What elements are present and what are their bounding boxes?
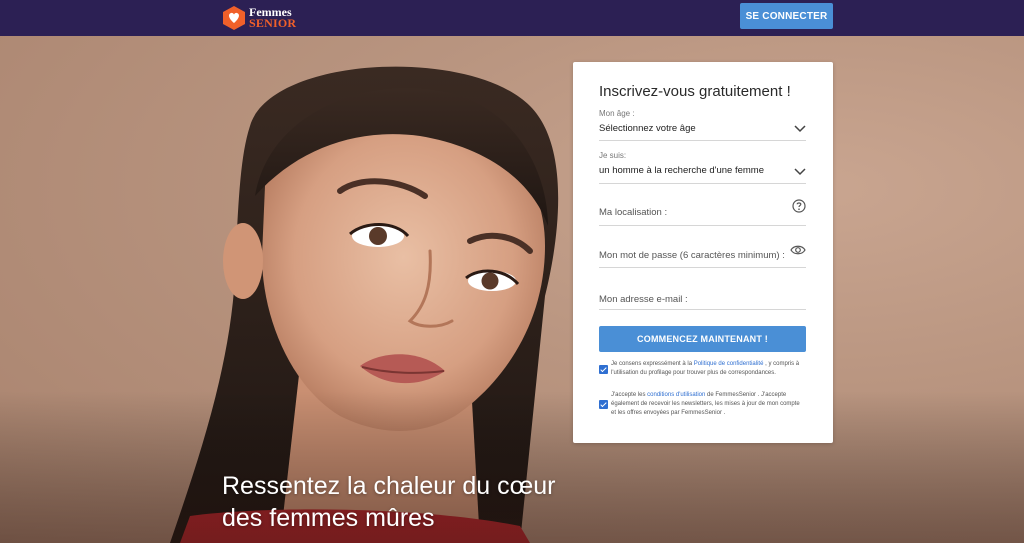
terms-consent-before: J'accepte les bbox=[611, 392, 648, 398]
email-input[interactable]: Mon adresse e-mail : bbox=[599, 289, 806, 310]
terms-consent-text: J'accepte les conditions d'utilisation d… bbox=[611, 391, 806, 418]
age-label: Mon âge : bbox=[599, 109, 635, 118]
location-input[interactable]: Ma localisation : bbox=[599, 199, 806, 226]
top-navbar: Femmes SENIOR SE CONNECTER bbox=[0, 0, 1024, 36]
privacy-consent: Je consens expressément à la Politique d… bbox=[599, 360, 806, 378]
chevron-down-icon bbox=[794, 168, 806, 176]
privacy-consent-before: Je consens expressément à la bbox=[611, 361, 694, 367]
hero-headline-line1: Ressentez la chaleur du cœur bbox=[222, 472, 556, 500]
age-value: Sélectionnez votre âge bbox=[599, 123, 696, 134]
signup-form-card: Inscrivez-vous gratuitement ! Mon âge : … bbox=[573, 62, 833, 443]
start-now-button[interactable]: COMMENCEZ MAINTENANT ! bbox=[599, 326, 806, 352]
heart-logo-icon bbox=[223, 6, 245, 30]
privacy-consent-text: Je consens expressément à la Politique d… bbox=[611, 360, 806, 378]
site-logo[interactable]: Femmes SENIOR bbox=[222, 3, 296, 33]
help-circle-icon[interactable] bbox=[792, 199, 806, 213]
checkbox-checked-icon[interactable] bbox=[599, 364, 608, 374]
logo-wordmark: Femmes SENIOR bbox=[249, 6, 297, 30]
hero-headline-line2: des femmes mûres bbox=[222, 504, 435, 532]
logo-line2: SENIOR bbox=[249, 16, 297, 30]
terms-consent: J'accepte les conditions d'utilisation d… bbox=[599, 391, 806, 418]
hero-section: Ressentez la chaleur du cœur des femmes … bbox=[0, 36, 1024, 543]
hero-headline: Ressentez la chaleur du cœur des femmes … bbox=[222, 470, 582, 534]
gender-label: Je suis: bbox=[599, 151, 627, 160]
email-placeholder: Mon adresse e-mail : bbox=[599, 294, 688, 305]
age-select[interactable]: Mon âge : Sélectionnez votre âge bbox=[599, 109, 806, 141]
hero-portrait-image bbox=[0, 36, 1024, 543]
eye-icon[interactable] bbox=[790, 243, 806, 257]
password-input[interactable]: Mon mot de passe (6 caractères minimum) … bbox=[599, 245, 806, 268]
gender-value: un homme à la recherche d'une femme bbox=[599, 165, 764, 176]
gender-select[interactable]: Je suis: un homme à la recherche d'une f… bbox=[599, 151, 806, 184]
location-placeholder: Ma localisation : bbox=[599, 207, 668, 218]
privacy-policy-link[interactable]: Politique de confidentialité bbox=[694, 361, 764, 367]
checkbox-checked-icon[interactable] bbox=[599, 400, 608, 409]
login-button[interactable]: SE CONNECTER bbox=[740, 3, 833, 29]
chevron-down-icon bbox=[794, 125, 806, 133]
signup-title: Inscrivez-vous gratuitement ! bbox=[599, 83, 791, 100]
terms-of-use-link[interactable]: conditions d'utilisation bbox=[647, 392, 705, 398]
password-placeholder: Mon mot de passe (6 caractères minimum) … bbox=[599, 250, 785, 261]
